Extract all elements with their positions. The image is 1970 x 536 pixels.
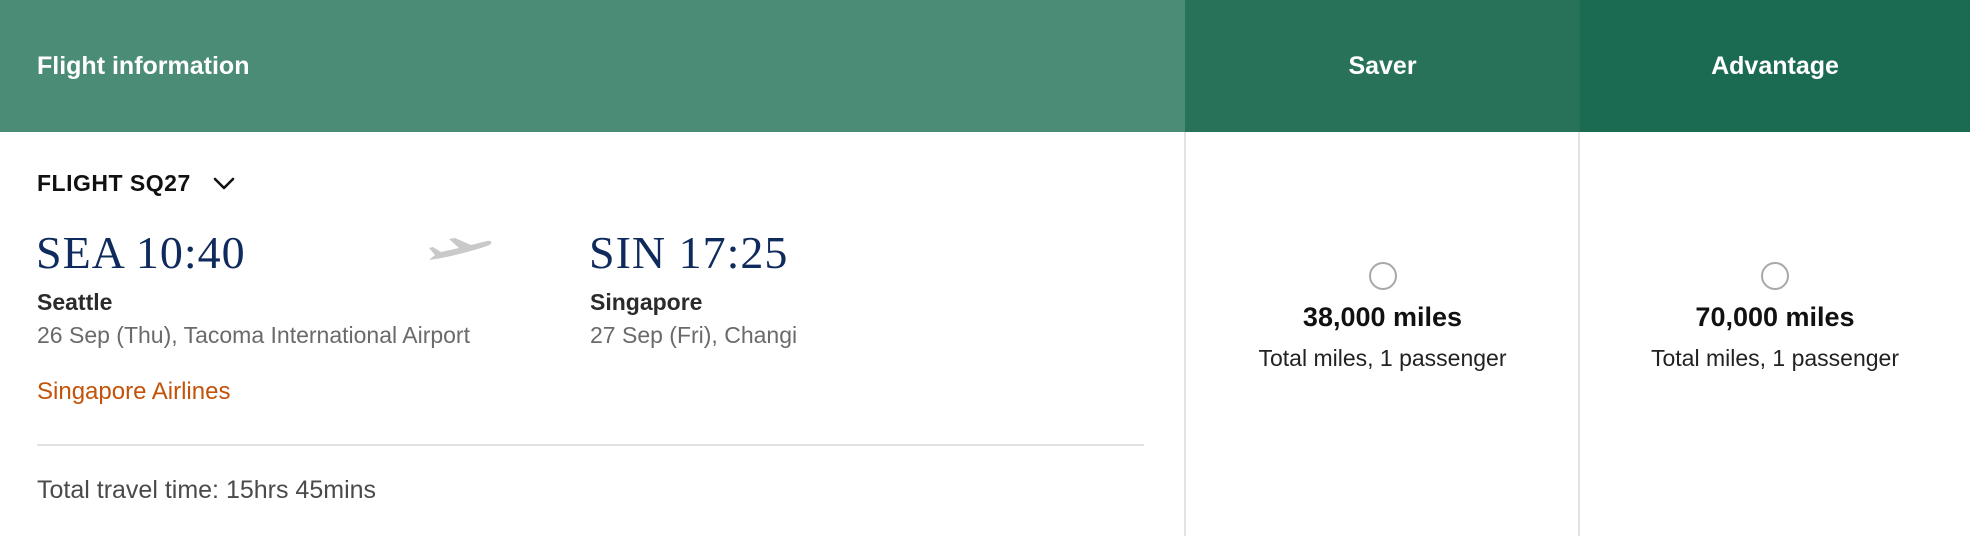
departure-detail: 26 Sep (Thu), Tacoma International Airpo… — [37, 322, 470, 348]
arrival-code-time: SIN 17:25 — [589, 227, 789, 278]
arrival-city: Singapore — [590, 289, 703, 315]
fare-table-header: Flight information Saver Advantage — [0, 0, 1970, 132]
advantage-miles: 70,000 miles — [1695, 302, 1855, 332]
departure-code-time: SEA 10:40 — [36, 227, 246, 278]
flight-number-toggle[interactable]: FLIGHT SQ27 — [37, 170, 235, 197]
saver-fare-option[interactable]: 38,000 miles Total miles, 1 passenger — [1186, 262, 1579, 372]
flight-number: FLIGHT SQ27 — [37, 170, 191, 196]
flight-selection-page: Flight information Saver Advantage FLIGH… — [0, 0, 1970, 536]
divider — [37, 444, 1144, 446]
arrival-detail: 27 Sep (Fri), Changi — [590, 322, 798, 348]
saver-miles: 38,000 miles — [1302, 302, 1463, 332]
saver-miles-subtitle: Total miles, 1 passenger — [1258, 345, 1507, 371]
advantage-fare-option[interactable]: 70,000 miles Total miles, 1 passenger — [1580, 262, 1970, 372]
header-saver: Saver — [1185, 0, 1580, 132]
advantage-miles-subtitle: Total miles, 1 passenger — [1650, 345, 1899, 371]
chevron-down-icon[interactable] — [213, 177, 235, 191]
header-saver-label: Saver — [1348, 51, 1417, 80]
airline-name: Singapore Airlines — [37, 378, 231, 405]
total-travel-time: Total travel time: 15hrs 45mins — [37, 476, 377, 504]
saver-radio[interactable] — [1368, 262, 1397, 290]
departure-city: Seattle — [37, 289, 113, 315]
header-advantage-label: Advantage — [1711, 51, 1839, 80]
header-flight-information-label: Flight information — [37, 51, 250, 80]
header-advantage: Advantage — [1580, 0, 1970, 132]
header-flight-information: Flight information — [0, 0, 1185, 132]
plane-icon — [425, 236, 495, 266]
advantage-radio[interactable] — [1761, 262, 1789, 290]
